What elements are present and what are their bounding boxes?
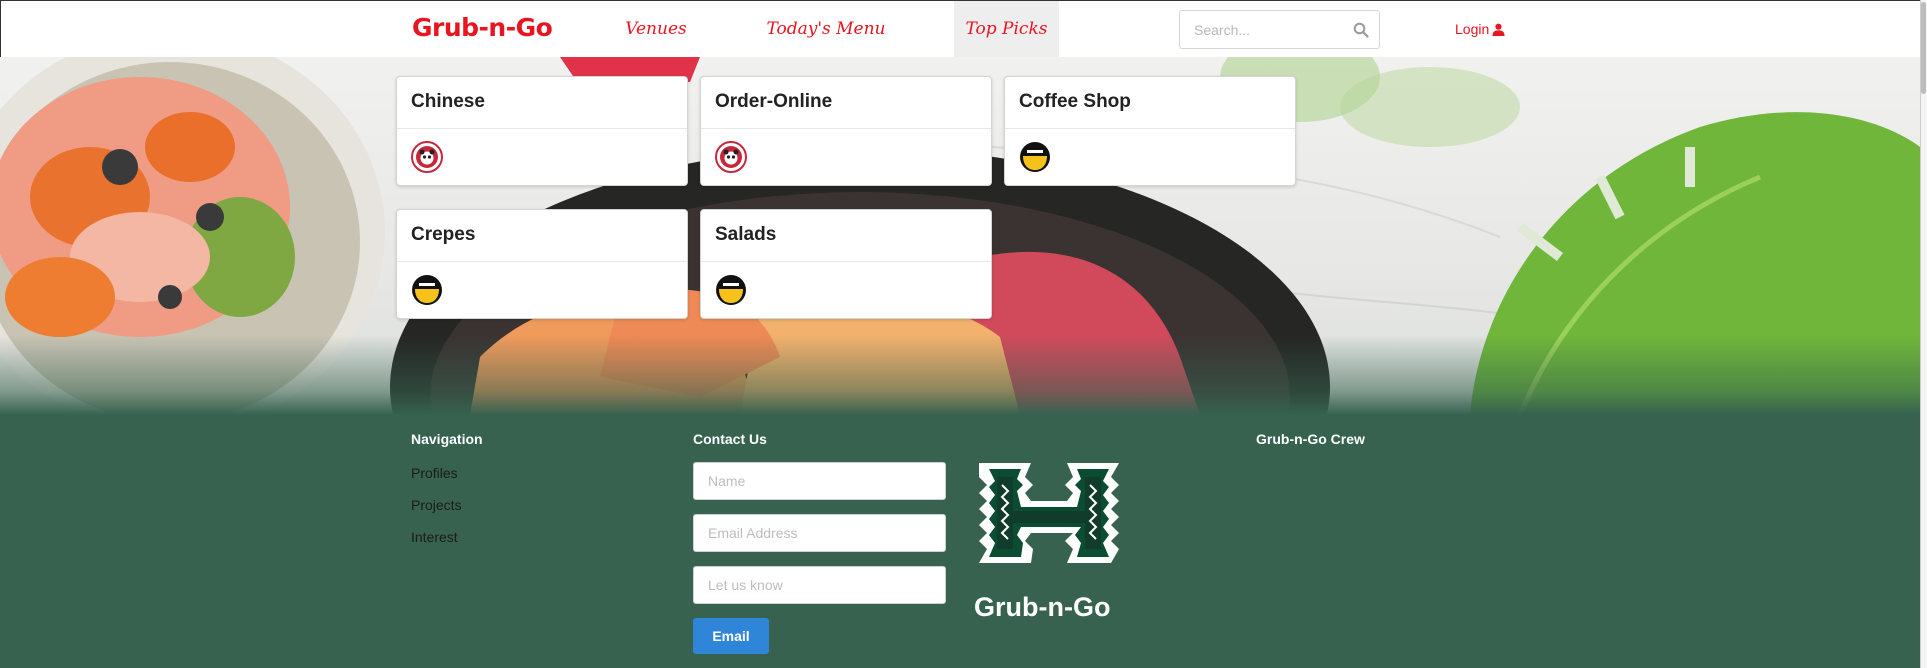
coffee-shop-logo-icon bbox=[1020, 142, 1050, 172]
panda-express-logo-icon bbox=[411, 141, 443, 173]
venue-card-chinese[interactable]: Chinese bbox=[396, 76, 688, 186]
footer: Navigation Profiles Projects Interest Co… bbox=[0, 415, 1920, 668]
contact-email-field[interactable] bbox=[693, 514, 946, 552]
footer-link-projects[interactable]: Projects bbox=[411, 497, 462, 513]
login-link[interactable]: Login bbox=[1455, 21, 1505, 37]
footer-contact-heading: Contact Us bbox=[693, 431, 767, 447]
user-icon bbox=[1492, 23, 1505, 36]
login-label: Login bbox=[1455, 21, 1490, 37]
panda-express-logo-icon bbox=[715, 141, 747, 173]
hawaii-h-logo-icon bbox=[979, 463, 1119, 563]
hero-fade-overlay bbox=[0, 335, 1920, 415]
footer-navigation-heading: Navigation bbox=[411, 431, 483, 447]
coffee-shop-logo-icon bbox=[716, 275, 746, 305]
nav-todays-menu[interactable]: Today's Menu bbox=[766, 1, 886, 57]
footer-crew-heading: Grub-n-Go Crew bbox=[1256, 431, 1365, 447]
card-title: Coffee Shop bbox=[1005, 77, 1295, 129]
scrollbar-track[interactable] bbox=[1920, 0, 1927, 668]
top-navbar: Grub-n-Go Venues Today's Menu Top Picks … bbox=[0, 0, 1920, 57]
search-box bbox=[1179, 10, 1380, 49]
contact-name-field[interactable] bbox=[693, 462, 946, 500]
card-title: Crepes bbox=[397, 210, 687, 262]
brand-logo-link[interactable]: Grub-n-Go bbox=[412, 13, 553, 42]
footer-link-interest[interactable]: Interest bbox=[411, 529, 458, 545]
card-title: Chinese bbox=[397, 77, 687, 129]
footer-link-profiles[interactable]: Profiles bbox=[411, 465, 458, 481]
search-input[interactable] bbox=[1180, 11, 1340, 48]
search-icon[interactable] bbox=[1353, 22, 1369, 38]
scrollbar-thumb[interactable] bbox=[1921, 2, 1926, 94]
footer-brand: Grub-n-Go bbox=[974, 592, 1111, 622]
card-title: Order-Online bbox=[701, 77, 991, 129]
email-button[interactable]: Email bbox=[693, 618, 769, 654]
venue-card-order-online[interactable]: Order-Online bbox=[700, 76, 992, 186]
venue-card-salads[interactable]: Salads bbox=[700, 209, 992, 319]
card-title: Salads bbox=[701, 210, 991, 262]
contact-message-field[interactable] bbox=[693, 566, 946, 604]
nav-top-picks[interactable]: Top Picks bbox=[954, 1, 1059, 57]
venue-card-coffee-shop[interactable]: Coffee Shop bbox=[1004, 76, 1296, 186]
coffee-shop-logo-icon bbox=[412, 275, 442, 305]
nav-venues[interactable]: Venues bbox=[621, 1, 691, 57]
venue-card-crepes[interactable]: Crepes bbox=[396, 209, 688, 319]
